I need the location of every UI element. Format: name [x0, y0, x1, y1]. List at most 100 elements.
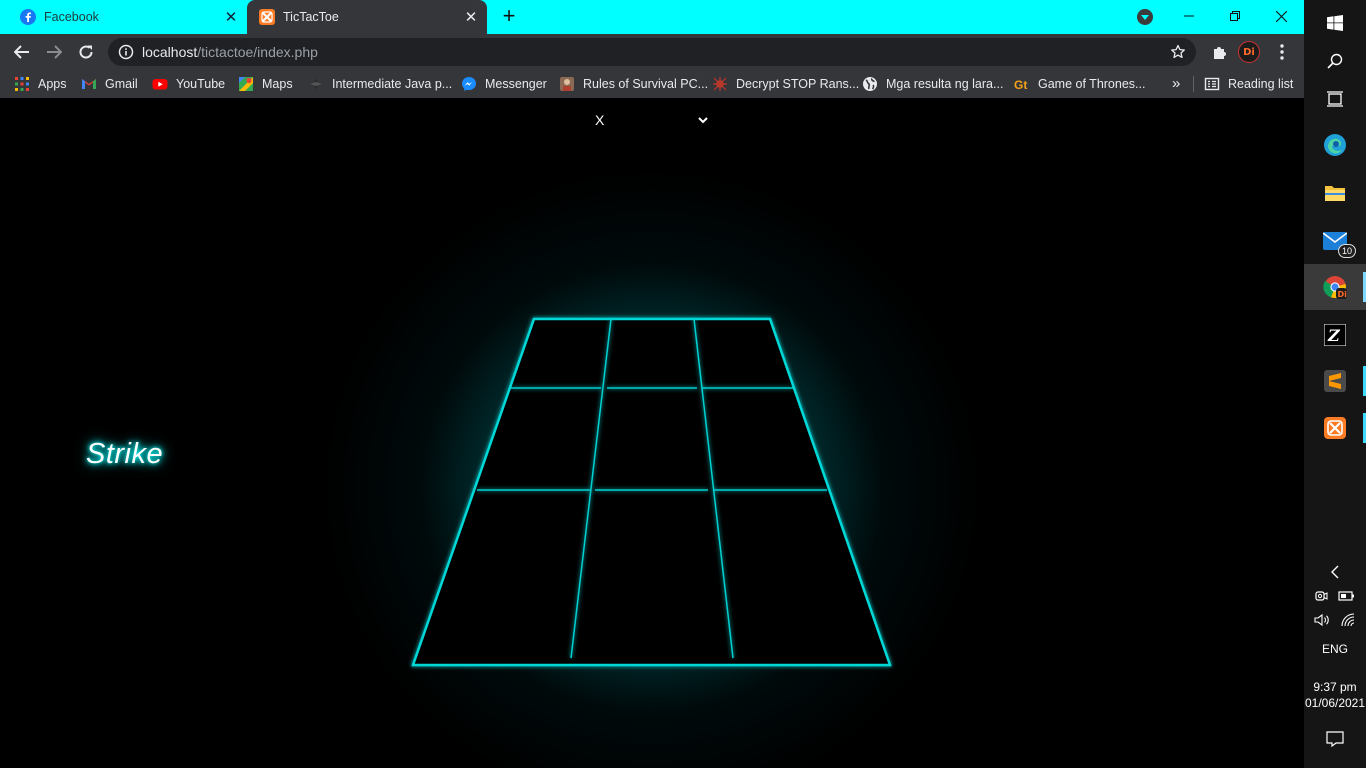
page-content: X Strike	[0, 98, 1304, 768]
decrypt-icon	[713, 77, 727, 91]
task-view-button[interactable]	[1304, 76, 1366, 122]
player-select-dropdown[interactable]: X	[590, 110, 714, 130]
bookmark-youtube[interactable]: YouTube	[152, 75, 225, 93]
bookmark-label: Apps	[38, 77, 67, 91]
apps-grid-icon	[15, 77, 29, 91]
bookmarks-overflow-button[interactable]: »	[1172, 75, 1180, 92]
address-bar[interactable]: localhost/tictactoe/index.php	[108, 38, 1196, 66]
bookmark-star-icon[interactable]	[1170, 44, 1186, 60]
tab-strip: Facebook ✕ TicTacToe ✕ +	[0, 0, 1304, 34]
notification-icon	[1326, 731, 1344, 747]
forward-icon[interactable]	[42, 40, 66, 64]
tab-close-icon[interactable]: ✕	[462, 8, 480, 26]
facebook-icon	[20, 9, 36, 25]
url-text: localhost/tictactoe/index.php	[142, 44, 318, 60]
extensions-icon[interactable]	[1208, 40, 1232, 64]
reload-icon[interactable]	[74, 40, 98, 64]
info-icon[interactable]	[118, 44, 134, 60]
youtube-icon	[152, 79, 168, 90]
bookmark-decrypt-stop[interactable]: Decrypt STOP Rans...	[712, 75, 859, 93]
bookmark-mga-resulta[interactable]: Mga resulta ng lara...	[862, 75, 1003, 93]
board-cell-6[interactable]	[699, 388, 828, 490]
windows-taskbar: 10 Di Z ENG 9:37 pm 01/06/2021	[1304, 0, 1366, 768]
new-tab-button[interactable]: +	[498, 5, 520, 28]
board-cell-8[interactable]	[572, 490, 731, 665]
bookmark-label: Decrypt STOP Rans...	[736, 77, 860, 91]
bookmark-rules-of-survival[interactable]: Rules of Survival PC...	[559, 75, 708, 93]
bookmark-messenger[interactable]: Messenger	[461, 75, 547, 93]
tab-search-icon[interactable]	[1137, 9, 1153, 25]
tab-title: Facebook	[44, 10, 99, 24]
bookmarks-divider	[1193, 76, 1194, 92]
tab-facebook[interactable]: Facebook ✕	[0, 0, 246, 34]
tab-close-icon[interactable]: ✕	[222, 8, 240, 26]
z-app-icon: Z	[1324, 324, 1346, 346]
battery-icon[interactable]	[1338, 589, 1356, 603]
messenger-icon	[462, 77, 476, 91]
volume-icon[interactable]	[1314, 613, 1330, 627]
bookmark-maps[interactable]: Maps	[238, 75, 293, 93]
url-host: localhost	[142, 44, 198, 60]
search-icon	[1327, 53, 1343, 69]
java-icon	[310, 78, 322, 90]
tab-title: TicTacToe	[283, 10, 339, 24]
globe-icon	[863, 77, 877, 91]
reading-list-button[interactable]: Reading list	[1204, 75, 1293, 93]
bookmark-game-of-thrones[interactable]: Gt Game of Thrones...	[1014, 75, 1145, 93]
xampp-icon	[259, 9, 275, 25]
browser-window: Facebook ✕ TicTacToe ✕ + localhost/ticta…	[0, 0, 1304, 768]
taskbar-sublime-text[interactable]	[1304, 358, 1366, 404]
xampp-icon	[1324, 417, 1346, 439]
taskbar-z-app[interactable]: Z	[1304, 312, 1366, 358]
show-hidden-icons-button[interactable]	[1304, 562, 1366, 582]
player-select-value: X	[595, 112, 605, 128]
kebab-menu-icon[interactable]	[1270, 40, 1294, 64]
wifi-icon[interactable]	[1340, 613, 1356, 627]
profile-avatar[interactable]: Di	[1238, 41, 1260, 63]
minimize-icon[interactable]	[1166, 4, 1212, 28]
browser-toolbar: localhost/tictactoe/index.php Di	[0, 34, 1304, 70]
gmail-icon	[82, 79, 96, 89]
board-cell-2[interactable]	[605, 319, 700, 388]
chrome-icon: Di	[1323, 276, 1347, 299]
back-icon[interactable]	[10, 40, 34, 64]
bookmark-apps[interactable]: Apps	[14, 75, 67, 93]
bookmark-intermediate-java[interactable]: Intermediate Java p...	[308, 75, 452, 93]
board-cell-3[interactable]	[691, 319, 794, 388]
taskbar-xampp[interactable]	[1304, 405, 1366, 451]
board-cell-5[interactable]	[593, 388, 710, 490]
bookmarks-bar: Apps Gmail YouTube Maps Intermediate Jav…	[0, 70, 1304, 98]
url-path: /tictactoe/index.php	[197, 44, 318, 60]
restore-icon[interactable]	[1212, 4, 1258, 28]
window-close-icon[interactable]	[1258, 4, 1304, 28]
board-cell-1[interactable]	[510, 319, 613, 388]
action-center-button[interactable]	[1304, 728, 1366, 750]
svg-text:Z: Z	[1327, 326, 1341, 345]
taskbar-edge[interactable]	[1304, 122, 1366, 168]
taskbar-file-explorer[interactable]	[1304, 170, 1366, 216]
bookmark-gmail[interactable]: Gmail	[81, 75, 138, 93]
clock[interactable]: 9:37 pm 01/06/2021	[1304, 679, 1366, 711]
ros-icon	[560, 77, 574, 91]
got-icon: Gt	[1014, 78, 1027, 92]
bookmark-label: Rules of Survival PC...	[583, 77, 709, 91]
taskbar-mail[interactable]: 10	[1304, 218, 1366, 264]
bookmark-label: Maps	[262, 77, 293, 91]
meet-now-icon[interactable]	[1314, 589, 1328, 603]
language-indicator[interactable]: ENG	[1304, 640, 1366, 658]
board-cell-7[interactable]	[413, 490, 593, 665]
board-cell-4[interactable]	[476, 388, 605, 490]
bookmark-label: Game of Thrones...	[1038, 77, 1146, 91]
folder-icon	[1325, 186, 1345, 201]
bookmark-label: YouTube	[176, 77, 226, 91]
board-cell-9[interactable]	[711, 490, 890, 665]
bookmark-label: Intermediate Java p...	[332, 77, 453, 91]
clock-date: 01/06/2021	[1304, 696, 1366, 710]
mail-badge: 10	[1338, 244, 1356, 258]
tictactoe-board	[411, 317, 892, 667]
reading-list-icon	[1204, 77, 1220, 91]
sublime-text-icon	[1324, 370, 1346, 392]
maps-icon	[239, 77, 253, 91]
taskbar-chrome[interactable]: Di	[1304, 264, 1366, 310]
tab-tictactoe[interactable]: TicTacToe ✕	[247, 0, 487, 34]
